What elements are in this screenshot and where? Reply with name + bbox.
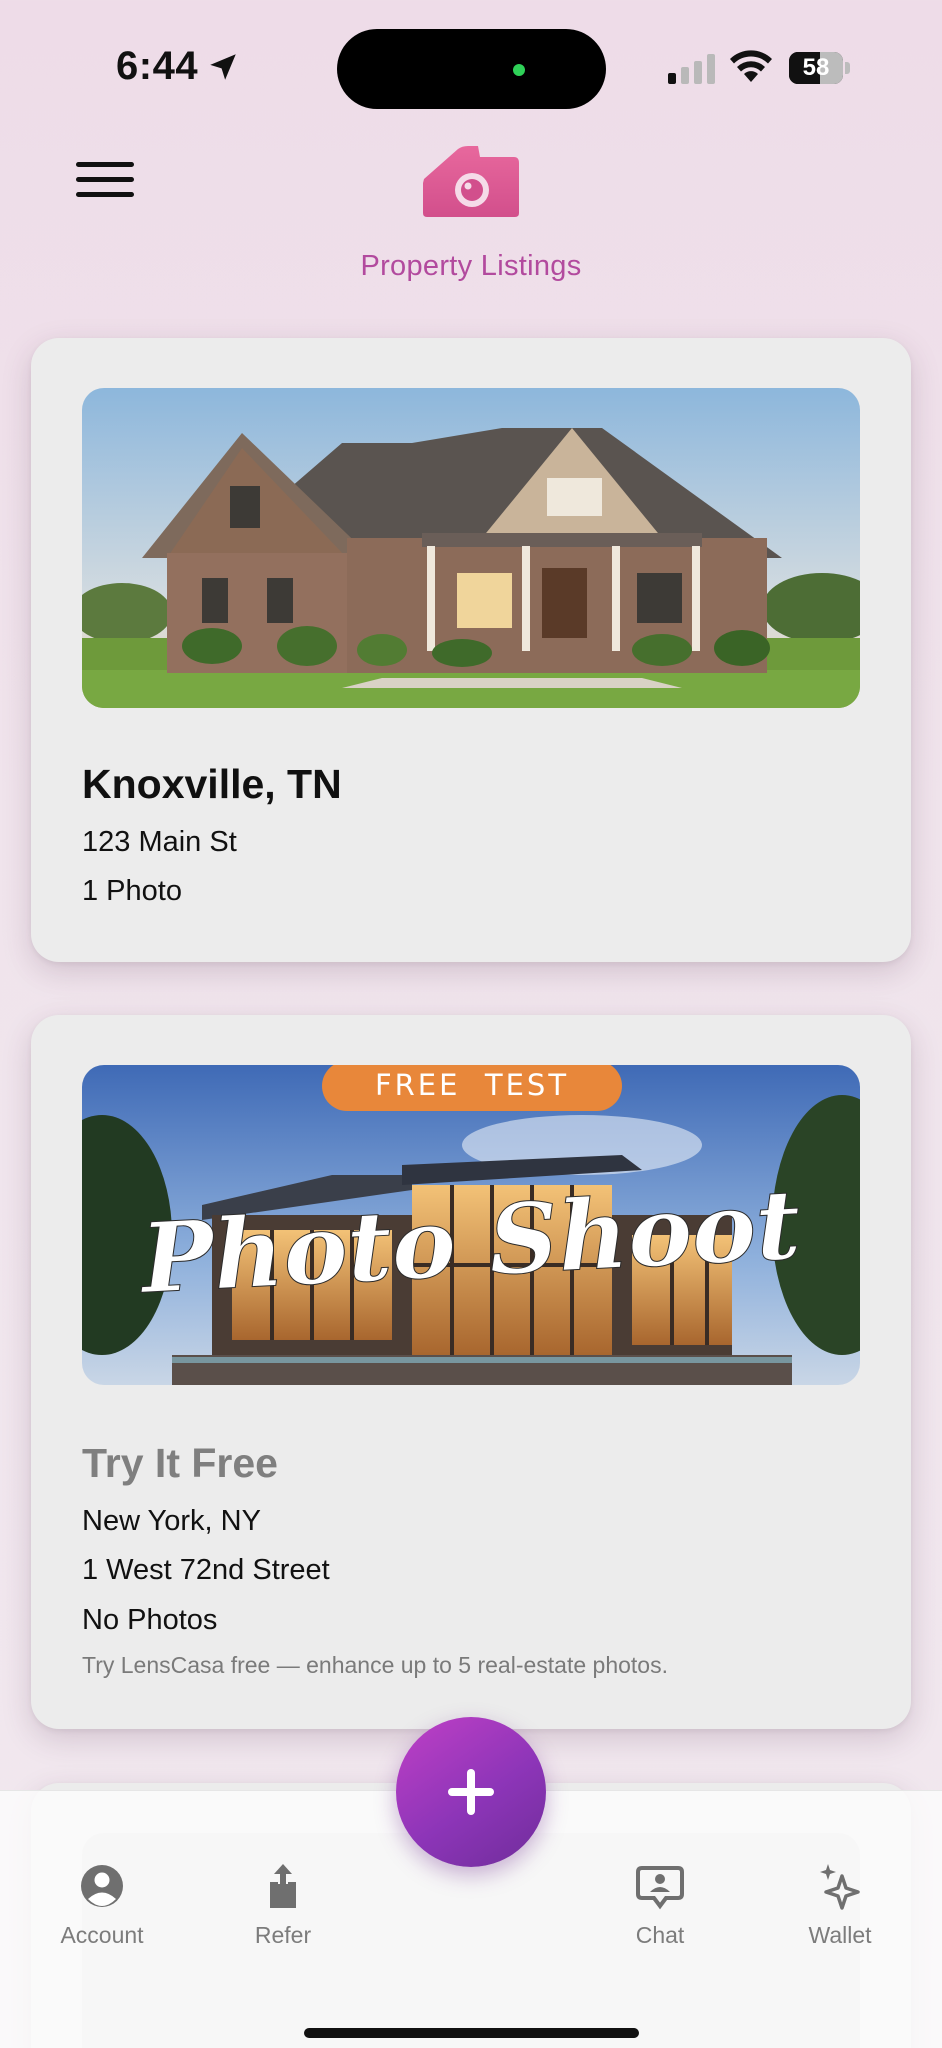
listing-city: New York, NY — [82, 1505, 261, 1537]
listing-card-free-trial[interactable]: FREE TEST Photo Shoot Try It Free New Yo… — [31, 1015, 911, 1729]
add-listing-button[interactable] — [396, 1717, 546, 1867]
home-indicator — [304, 2028, 639, 2038]
status-time: 6:44 — [116, 44, 199, 88]
free-test-badge: FREE TEST — [375, 1068, 569, 1102]
promo-banner: FREE TEST Photo Shoot — [82, 1065, 860, 1385]
wifi-icon — [730, 50, 772, 82]
tab-wallet-label: Wallet — [808, 1922, 872, 1948]
listing-photo-count: 1 Photo — [82, 875, 182, 907]
dynamic-island — [337, 29, 606, 109]
account-icon — [81, 1865, 123, 1907]
listing-note: Try LensCasa free — enhance up to 5 real… — [82, 1652, 668, 1678]
status-bar: 6:44 58 — [0, 0, 942, 130]
tab-account-label: Account — [60, 1922, 144, 1948]
listing-address: 1 West 72nd Street — [82, 1554, 330, 1586]
tab-account[interactable]: Account — [32, 1862, 172, 1949]
battery-icon: 58 — [789, 52, 851, 84]
sparkles-icon — [820, 1864, 860, 1910]
listing-card[interactable]: Knoxville, TN 123 Main St 1 Photo — [31, 338, 911, 962]
tab-wallet[interactable]: Wallet — [770, 1862, 910, 1949]
location-arrow-icon — [210, 54, 236, 80]
battery-level: 58 — [802, 54, 830, 81]
listing-title: Knoxville, TN — [82, 761, 342, 807]
listing-photo-count: No Photos — [82, 1604, 218, 1636]
cellular-signal-icon — [668, 54, 715, 84]
listing-photo — [82, 388, 860, 708]
tab-refer-label: Refer — [254, 1922, 312, 1948]
menu-button[interactable] — [76, 162, 134, 198]
chat-icon — [636, 1866, 684, 1910]
camera-indicator-dot — [513, 64, 525, 76]
tab-refer[interactable]: Refer — [213, 1862, 353, 1949]
camera-house-icon — [423, 146, 519, 217]
page-title: Property Listings — [360, 250, 582, 282]
tab-chat-label: Chat — [635, 1922, 685, 1948]
tab-chat[interactable]: Chat — [590, 1862, 730, 1949]
share-icon — [270, 1864, 296, 1908]
listing-address: 123 Main St — [82, 826, 237, 858]
listing-title: Try It Free — [82, 1440, 278, 1486]
